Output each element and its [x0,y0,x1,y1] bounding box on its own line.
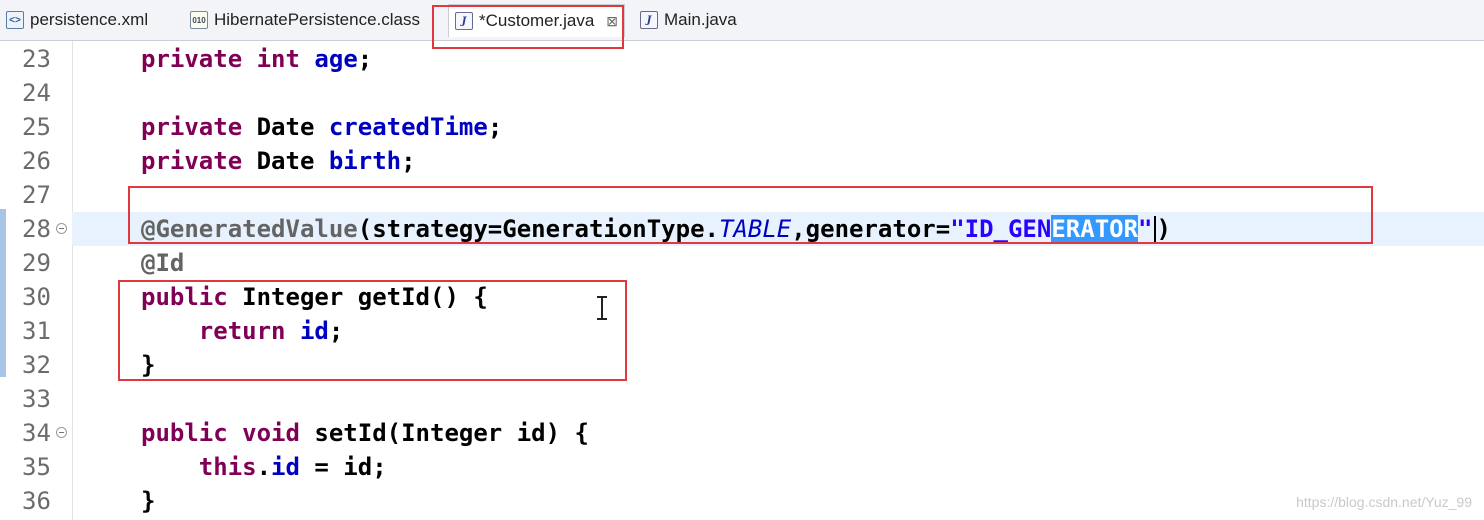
line-number: 23 [22,45,51,73]
code-token: ; [401,147,416,175]
code-line[interactable]: 25 private Date createdTime; [0,110,1484,144]
code-line[interactable]: 33 [0,382,1484,416]
line-number: 31 [22,317,51,345]
code-token: return [198,317,286,345]
code-text: private Date createdTime; [141,110,502,144]
code-token: private [141,45,243,73]
code-token: Date [242,113,329,141]
code-token: . [256,453,272,481]
line-number: 27 [22,181,51,209]
line-number: 26 [22,147,51,175]
tab-label: Main.java [664,10,737,29]
text-cursor-icon [597,296,607,320]
code-line[interactable]: 36} [0,484,1484,518]
code-text: private Date birth; [141,144,416,178]
code-token: ; [357,45,373,73]
tab-persistence-xml[interactable]: <> persistence.xml [6,6,148,34]
fold-toggle-icon[interactable] [56,427,67,438]
java-file-icon: J [455,12,473,30]
code-token: private [141,147,243,175]
java-file-icon: J [640,11,658,29]
code-text: @Id [141,246,184,280]
code-token: ,generator= [791,215,951,243]
line-number: 24 [22,79,51,107]
code-token: ; [487,113,503,141]
code-token: public [141,283,228,311]
code-token: "ID_GEN [950,215,1052,243]
code-line[interactable]: 26 private Date birth; [0,144,1484,178]
code-token: this [198,453,257,481]
line-number: 33 [22,385,51,413]
code-text: public void setId(Integer id) { [141,416,589,450]
code-token: id [299,317,329,345]
code-token: private [141,113,243,141]
code-editor[interactable]: 23 private int age; 24 25 private Date creat… [0,41,1484,520]
line-number: 35 [22,453,51,481]
code-text: } [141,484,155,518]
code-token: ) [1156,215,1171,243]
watermark: https://blog.csdn.net/Yuz_99 [1296,494,1472,510]
code-line[interactable]: 27 [0,178,1484,212]
code-token: createdTime [328,113,488,141]
fold-toggle-icon[interactable] [56,223,67,234]
tab-label: *Customer.java [479,11,595,30]
code-token: setId(Integer id) { [299,419,589,447]
code-line[interactable]: 30 public Integer getId() { [0,280,1484,314]
tab-label: HibernatePersistence.class [214,10,420,29]
code-line[interactable]: 35 this.id = id; [0,450,1484,484]
line-number: 32 [22,351,51,379]
code-token: int [256,45,300,73]
code-token: TABLE [718,215,792,243]
code-token: (strategy=GenerationType. [357,215,719,243]
close-tab-icon[interactable]: ⊠ [606,13,618,30]
line-number: 25 [22,113,51,141]
code-token: = id; [299,453,387,481]
text-caret [1153,216,1156,244]
code-token: " [1138,215,1153,243]
code-text: } [141,348,155,382]
code-line[interactable]: 24 [0,76,1484,110]
code-token: age [314,45,358,73]
line-number: 36 [22,487,51,515]
code-token: id [271,453,300,481]
code-line[interactable]: 32} [0,348,1484,382]
tab-hibernate-persistence-class[interactable]: 010 HibernatePersistence.class [190,6,420,34]
code-token: ; [328,317,344,345]
class-file-icon: 010 [190,11,208,29]
line-number: 29 [22,249,51,277]
code-line[interactable]: 29 @Id [0,246,1484,280]
code-token: public [141,419,228,447]
line-number: 30 [22,283,51,311]
code-token: } [141,351,156,379]
editor-tab-bar: <> persistence.xml 010 HibernatePersiste… [0,0,1484,41]
code-text: this.id = id; [141,450,387,484]
code-line[interactable]: 34 public void setId(Integer id) { [0,416,1484,450]
code-text: private int age; [141,42,372,76]
code-line[interactable]: 28 @GeneratedValue(strategy=GenerationTyp… [0,212,1484,246]
xml-file-icon: <> [6,11,24,29]
code-token: Date [242,147,329,175]
code-line[interactable]: 31 return id; [0,314,1484,348]
code-token: @Id [141,249,185,277]
code-text: public Integer getId() { [141,280,488,314]
selected-text: ERATOR [1051,215,1139,243]
code-token: @GeneratedValue [141,215,358,243]
code-token: void [242,419,300,447]
code-token: birth [328,147,402,175]
code-token: Integer getId() { [227,283,488,311]
code-token: } [141,487,156,515]
tab-customer-java[interactable]: J *Customer.java ⊠ [448,4,626,37]
code-text: return id; [141,314,344,348]
tab-label: persistence.xml [30,10,149,29]
tab-main-java[interactable]: J Main.java [640,6,737,34]
code-text: @GeneratedValue(strategy=GenerationType.… [141,212,1171,246]
code-line[interactable]: 23 private int age; [0,42,1484,76]
